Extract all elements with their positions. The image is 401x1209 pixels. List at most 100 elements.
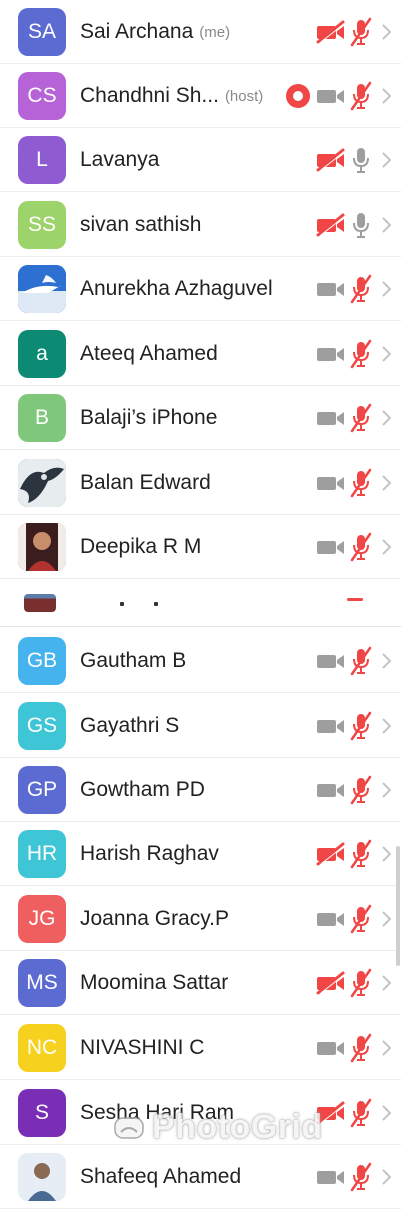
participant-row[interactable]: GB Gautham B [0,629,401,693]
chevron-right-icon[interactable] [379,651,393,671]
participant-name: Balan Edward [80,471,211,494]
chevron-right-icon[interactable] [379,86,393,106]
video-icon [315,906,347,932]
avatar [18,1153,66,1201]
participant-name: Harish Raghav [80,842,219,865]
avatar: S [18,1089,66,1137]
mic-muted-icon [349,274,373,304]
chevron-right-icon[interactable] [379,973,393,993]
chevron-right-icon[interactable] [379,909,393,929]
participant-row[interactable]: SA Sai Archana (me) [0,0,401,64]
avatar: B [18,394,66,442]
mic-muted-icon [347,598,363,601]
avatar [18,265,66,313]
avatar-initials: SA [27,20,56,43]
video-icon [315,1035,347,1061]
participant-row[interactable]: Deepika R M [0,515,401,579]
participant-row[interactable]: GS Gayathri S [0,694,401,758]
avatar [18,459,66,507]
video-icon [315,713,347,739]
avatar: GS [18,702,66,750]
mic-muted-icon [349,339,373,369]
participant-row[interactable]: SS sivan sathish [0,193,401,257]
avatar-initials: SS [27,213,56,236]
avatar: GB [18,637,66,685]
participant-name: Balaji’s iPhone [80,406,218,429]
chevron-right-icon[interactable] [379,780,393,800]
mic-muted-icon [349,904,373,934]
avatar [18,523,66,571]
participant-name: Shafeeq Ahamed [80,1165,242,1188]
mic-muted-icon [349,839,373,869]
participant-row[interactable]: a Ateeq Ahamed [0,322,401,386]
chevron-right-icon[interactable] [379,473,393,493]
participant-row[interactable]: JG Joanna Gracy.P [0,887,401,951]
role-tag: (me) [199,23,231,41]
mic-muted-icon [349,646,373,676]
video-off-icon [315,841,347,867]
participant-row[interactable]: L Lavanya [0,128,401,192]
chevron-right-icon[interactable] [379,150,393,170]
participant-row[interactable]: GP Gowtham PD [0,758,401,822]
video-icon [315,534,347,560]
avatar-initials: B [34,406,49,429]
avatar-initials: GB [26,649,58,672]
participant-row[interactable]: Shafeeq Ahamed [0,1145,401,1209]
participant-name: Chandhni Sh... [80,84,219,107]
chevron-right-icon[interactable] [379,279,393,299]
participant-name: Gayathri S [80,714,180,737]
mic-muted-icon [349,1162,373,1192]
participant-row[interactable]: MS Moomina Sattar [0,951,401,1015]
chevron-right-icon[interactable] [379,215,393,235]
participant-row[interactable]: CS Chandhni Sh... (host) [0,64,401,128]
mic-muted-icon [349,17,373,47]
avatar-initials: CS [27,84,57,107]
mic-muted-icon [349,81,373,111]
chevron-right-icon[interactable] [379,844,393,864]
video-off-icon [315,147,347,173]
avatar-initials: MS [26,971,58,994]
avatar: MS [18,959,66,1007]
video-icon [315,341,347,367]
chevron-right-icon[interactable] [379,408,393,428]
avatar: HR [18,830,66,878]
mic-muted-icon [349,1098,373,1128]
chevron-right-icon[interactable] [379,1038,393,1058]
avatar-initials: JG [28,907,56,930]
avatar: JG [18,895,66,943]
mic-muted-icon [349,775,373,805]
video-icon [315,470,347,496]
participant-row[interactable]: Anurekha Azhaguvel [0,257,401,321]
participant-name: Moomina Sattar [80,971,229,994]
participant-name: Deepika R M [80,535,202,558]
video-icon [315,405,347,431]
avatar: SS [18,201,66,249]
video-off-icon [315,19,347,45]
participant-row[interactable]: NC NIVASHINI C [0,1016,401,1080]
participant-row[interactable]: Balan Edward [0,451,401,515]
chevron-right-icon[interactable] [379,1103,393,1123]
participant-name: Joanna Gracy.P [80,907,230,930]
video-icon [315,648,347,674]
scrollbar[interactable] [396,846,400,966]
avatar: SA [18,8,66,56]
chevron-right-icon[interactable] [379,22,393,42]
participant-row[interactable]: B Balaji’s iPhone [0,386,401,450]
avatar-initials: S [34,1101,49,1124]
chevron-right-icon[interactable] [379,537,393,557]
video-off-icon [315,212,347,238]
avatar: a [18,330,66,378]
video-icon [315,276,347,302]
chevron-right-icon[interactable] [379,716,393,736]
avatar: CS [18,72,66,120]
avatar-initials: HR [26,842,58,865]
partially-visible-row [0,586,401,627]
participant-row[interactable]: HR Harish Raghav [0,822,401,886]
chevron-right-icon[interactable] [379,1167,393,1187]
mic-muted-icon [349,711,373,741]
mic-muted-icon [349,532,373,562]
video-icon [315,83,347,109]
chevron-right-icon[interactable] [379,344,393,364]
mic-muted-icon [349,468,373,498]
role-tag: (host) [224,87,264,105]
